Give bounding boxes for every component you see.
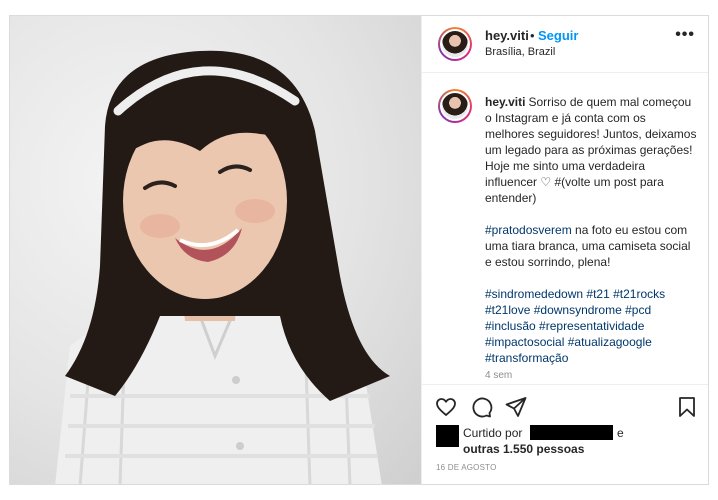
caption-username[interactable]: hey.viti (485, 95, 525, 109)
caption-paragraph-1: hey.viti Sorriso de quem mal começou o In… (485, 94, 697, 206)
portrait-image (55, 50, 390, 484)
liked-by-connector: e (617, 426, 624, 440)
caption-hashtags: #sindromededown #t21 #t21rocks #t21love … (485, 286, 697, 366)
avatar-image (440, 91, 470, 121)
hashtag[interactable]: #pcd (625, 303, 651, 317)
avatar-image (440, 29, 470, 59)
post-photo[interactable] (10, 16, 421, 484)
hashtag[interactable]: #sindromededown (485, 287, 583, 301)
time-ago: 4 sem (485, 370, 513, 381)
hashtag[interactable]: #t21rocks (613, 287, 665, 301)
liked-by-label: Curtido por (463, 426, 523, 440)
caption-body: Sorriso de quem mal começou o Instagram … (485, 95, 697, 205)
redacted-avatar (436, 425, 459, 447)
post-header: hey.viti • Seguir Brasília, Brazil ••• (422, 16, 708, 73)
separator-dot: • (530, 28, 535, 43)
avatar[interactable] (438, 27, 472, 61)
caption-section: hey.viti Sorriso de quem mal começou o In… (422, 73, 708, 384)
hashtag[interactable]: #transformação (485, 351, 568, 365)
post-date[interactable]: 16 DE AGOSTO (436, 463, 497, 472)
heart-icon[interactable] (434, 395, 458, 419)
post-sidebar: hey.viti • Seguir Brasília, Brazil ••• h… (421, 16, 708, 484)
comment-icon[interactable] (469, 395, 493, 419)
location-link[interactable]: Brasília, Brazil (485, 46, 555, 58)
hashtag[interactable]: #impactosocial (485, 335, 564, 349)
actions-section: Curtido por e outras 1.550 pessoas 16 DE… (422, 384, 708, 484)
hashtag[interactable]: #t21 (586, 287, 609, 301)
caption-paragraph-2: #pratodosverem na foto eu estou com uma … (485, 222, 697, 270)
share-icon[interactable] (504, 395, 528, 419)
save-icon[interactable] (675, 395, 699, 419)
hashtag[interactable]: #t21love (485, 303, 530, 317)
username[interactable]: hey.viti (485, 28, 529, 43)
redacted-username (530, 425, 613, 440)
hashtag-pratodosverem[interactable]: #pratodosverem (485, 223, 572, 237)
hashtag[interactable]: #inclusão (485, 319, 536, 333)
hashtag[interactable]: #atualizagoogle (568, 335, 652, 349)
more-options-icon[interactable]: ••• (675, 26, 695, 44)
instagram-post: hey.viti • Seguir Brasília, Brazil ••• h… (9, 15, 709, 485)
follow-button[interactable]: Seguir (538, 28, 578, 43)
caption-avatar[interactable] (438, 89, 472, 123)
likes-others-link[interactable]: outras 1.550 pessoas (463, 441, 584, 457)
caption-text: hey.viti Sorriso de quem mal começou o In… (485, 94, 697, 382)
hashtag[interactable]: #representatividade (539, 319, 644, 333)
hashtag[interactable]: #downsyndrome (534, 303, 622, 317)
